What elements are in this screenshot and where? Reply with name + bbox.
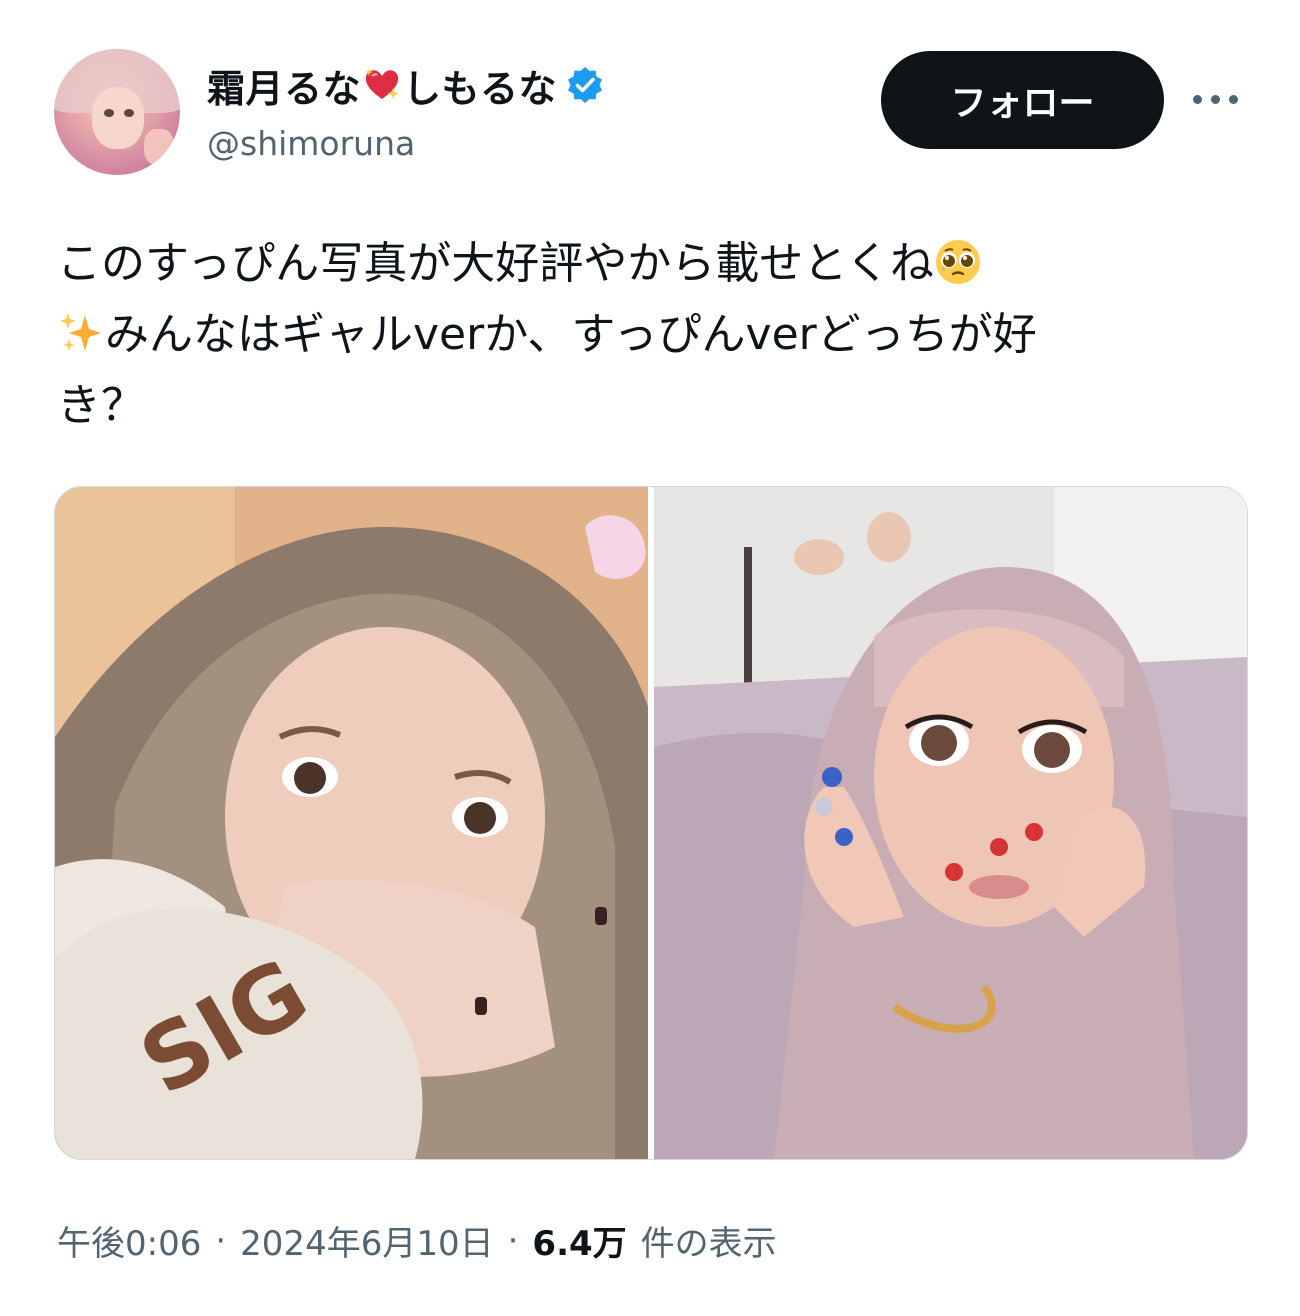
views-count[interactable]: 6.4万: [532, 1216, 626, 1265]
photo-gal-makeup[interactable]: [654, 487, 1247, 1159]
dot-icon: [1229, 94, 1238, 104]
author-name-row[interactable]: 霜月るな しもるな: [207, 58, 605, 113]
dot-icon: [1211, 94, 1220, 104]
views-label: 件の表示: [640, 1224, 777, 1264]
verified-badge-icon[interactable]: [565, 65, 605, 105]
display-name-part2[interactable]: しもるな: [403, 58, 557, 113]
tweet-text: このすっぴん写真が大好評やから載せとくね みんなはギャルverか、すっぴんver…: [57, 228, 1257, 441]
separator: ·: [507, 1220, 519, 1261]
tweet-date[interactable]: 2024年6月10日: [240, 1216, 493, 1265]
pleading-face-icon: [934, 236, 982, 284]
media-grid: SIG: [54, 486, 1248, 1160]
more-options-icon[interactable]: [1193, 88, 1245, 110]
tweet-text-line-3: き？: [57, 380, 145, 431]
follow-button[interactable]: フォロー: [881, 51, 1164, 149]
dot-icon: [1193, 94, 1202, 104]
tweet-text-segment: みんなはギャルverか、すっぴんverどっちが好: [105, 309, 1037, 360]
sparkling-heart-icon: [363, 66, 401, 104]
tweet-text-line-1: このすっぴん写真が大好評やから載せとくね: [57, 228, 1257, 299]
display-name-part1[interactable]: 霜月るな: [207, 58, 361, 113]
avatar-eye: [104, 109, 114, 117]
sparkles-icon: [57, 307, 105, 355]
author-handle[interactable]: @shimoruna: [207, 124, 415, 163]
author-avatar[interactable]: [54, 49, 180, 175]
photo-no-makeup[interactable]: SIG: [55, 487, 648, 1159]
separator: ·: [215, 1220, 227, 1261]
avatar-hand: [144, 129, 174, 165]
tweet-time[interactable]: 午後0:06: [57, 1216, 201, 1265]
avatar-eye: [124, 109, 134, 117]
tweet-meta: 午後0:06 · 2024年6月10日 · 6.4万 件の表示: [57, 1216, 777, 1265]
avatar-face: [92, 87, 144, 149]
tweet-text-line-2: みんなはギャルverか、すっぴんverどっちが好: [57, 299, 1257, 370]
tweet-text-segment: このすっぴん写真が大好評やから載せとくね: [57, 238, 934, 289]
